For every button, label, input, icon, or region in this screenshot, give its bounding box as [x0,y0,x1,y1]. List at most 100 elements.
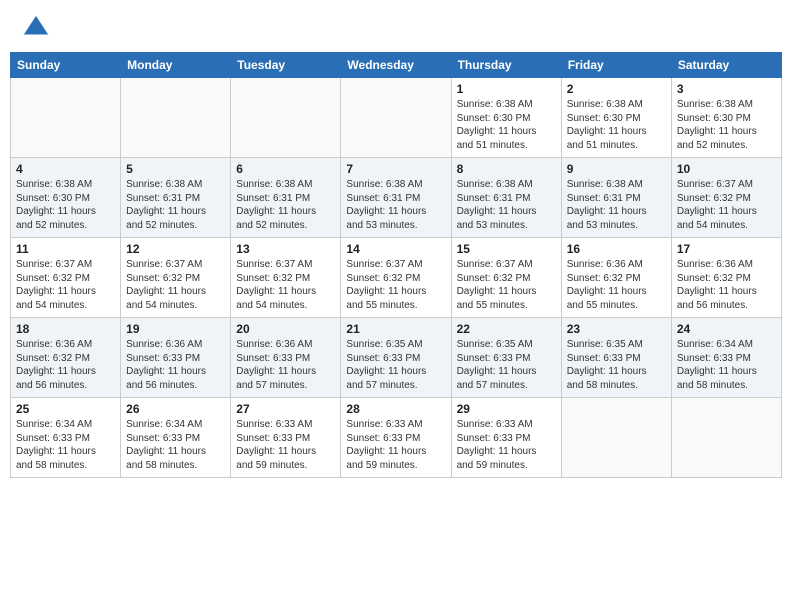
weekday-header: Friday [561,53,671,78]
weekday-header: Tuesday [231,53,341,78]
calendar-cell: 23 Sunrise: 6:35 AM Sunset: 6:33 PM Dayli… [561,318,671,398]
day-number: 12 [126,242,225,256]
calendar-week-row: 25Sunrise: 6:34 AM Sunset: 6:33 PM Dayli… [11,398,782,478]
day-number: 9 [567,162,666,176]
calendar-cell: 27 Sunrise: 6:33 AM Sunset: 6:33 PM Dayli… [231,398,341,478]
day-info: Sunrise: 6:37 AM Sunset: 6:32 PM Dayligh… [126,258,225,312]
day-info: Sunrise: 6:37 AM Sunset: 6:32 PM Dayligh… [16,258,115,312]
calendar-cell: 10 Sunrise: 6:37 AM Sunset: 6:32 PM Dayli… [671,158,781,238]
day-number: 1 [457,82,556,96]
day-number: 2 [567,82,666,96]
day-info: Sunrise: 6:38 AM Sunset: 6:30 PM Dayligh… [16,178,115,232]
calendar-cell: 24Sunrise: 6:34 AM Sunset: 6:33 PM Dayli… [671,318,781,398]
calendar-cell [121,78,231,158]
day-number: 22 [457,322,556,336]
calendar-cell: 8Sunrise: 6:38 AM Sunset: 6:31 PM Daylig… [451,158,561,238]
calendar-cell: 16 Sunrise: 6:36 AM Sunset: 6:32 PM Dayli… [561,238,671,318]
page-header [10,10,782,46]
day-info: Sunrise: 6:37 AM Sunset: 6:32 PM Dayligh… [457,258,556,312]
calendar-cell: 7 Sunrise: 6:38 AM Sunset: 6:31 PM Daylig… [341,158,451,238]
calendar-cell: 11 Sunrise: 6:37 AM Sunset: 6:32 PM Dayli… [11,238,121,318]
calendar-cell: 17Sunrise: 6:36 AM Sunset: 6:32 PM Dayli… [671,238,781,318]
day-number: 29 [457,402,556,416]
calendar-cell: 26 Sunrise: 6:34 AM Sunset: 6:33 PM Dayli… [121,398,231,478]
day-info: Sunrise: 6:37 AM Sunset: 6:32 PM Dayligh… [346,258,445,312]
calendar-cell: 29 Sunrise: 6:33 AM Sunset: 6:33 PM Dayli… [451,398,561,478]
calendar-cell: 20 Sunrise: 6:36 AM Sunset: 6:33 PM Dayli… [231,318,341,398]
day-info: Sunrise: 6:36 AM Sunset: 6:32 PM Dayligh… [16,338,115,392]
day-info: Sunrise: 6:34 AM Sunset: 6:33 PM Dayligh… [126,418,225,472]
day-number: 11 [16,242,115,256]
day-info: Sunrise: 6:34 AM Sunset: 6:33 PM Dayligh… [677,338,776,392]
day-number: 8 [457,162,556,176]
weekday-header: Sunday [11,53,121,78]
calendar-cell [341,78,451,158]
calendar-cell [231,78,341,158]
calendar-week-row: 11 Sunrise: 6:37 AM Sunset: 6:32 PM Dayli… [11,238,782,318]
calendar-cell: 5 Sunrise: 6:38 AM Sunset: 6:31 PM Daylig… [121,158,231,238]
day-info: Sunrise: 6:38 AM Sunset: 6:31 PM Dayligh… [126,178,225,232]
calendar-cell: 18 Sunrise: 6:36 AM Sunset: 6:32 PM Dayli… [11,318,121,398]
day-number: 20 [236,322,335,336]
day-number: 19 [126,322,225,336]
day-info: Sunrise: 6:33 AM Sunset: 6:33 PM Dayligh… [457,418,556,472]
calendar-cell: 6 Sunrise: 6:38 AM Sunset: 6:31 PM Daylig… [231,158,341,238]
calendar-cell: 25Sunrise: 6:34 AM Sunset: 6:33 PM Dayli… [11,398,121,478]
calendar-cell: 22 Sunrise: 6:35 AM Sunset: 6:33 PM Dayli… [451,318,561,398]
calendar-cell: 2 Sunrise: 6:38 AM Sunset: 6:30 PM Daylig… [561,78,671,158]
logo-icon [22,14,50,42]
day-number: 26 [126,402,225,416]
day-info: Sunrise: 6:34 AM Sunset: 6:33 PM Dayligh… [16,418,115,472]
day-number: 5 [126,162,225,176]
day-number: 16 [567,242,666,256]
calendar-cell: 19Sunrise: 6:36 AM Sunset: 6:33 PM Dayli… [121,318,231,398]
calendar-week-row: 4 Sunrise: 6:38 AM Sunset: 6:30 PM Daylig… [11,158,782,238]
day-number: 10 [677,162,776,176]
day-info: Sunrise: 6:38 AM Sunset: 6:30 PM Dayligh… [567,98,666,152]
calendar-cell: 28 Sunrise: 6:33 AM Sunset: 6:33 PM Dayli… [341,398,451,478]
day-number: 28 [346,402,445,416]
day-info: Sunrise: 6:36 AM Sunset: 6:32 PM Dayligh… [567,258,666,312]
weekday-header: Wednesday [341,53,451,78]
day-number: 15 [457,242,556,256]
day-number: 7 [346,162,445,176]
day-info: Sunrise: 6:36 AM Sunset: 6:33 PM Dayligh… [236,338,335,392]
day-number: 18 [16,322,115,336]
day-info: Sunrise: 6:38 AM Sunset: 6:31 PM Dayligh… [567,178,666,232]
day-number: 13 [236,242,335,256]
day-number: 27 [236,402,335,416]
calendar-cell [11,78,121,158]
weekday-header: Monday [121,53,231,78]
day-number: 4 [16,162,115,176]
calendar-table: SundayMondayTuesdayWednesdayThursdayFrid… [10,52,782,478]
weekday-header: Thursday [451,53,561,78]
calendar-cell: 14 Sunrise: 6:37 AM Sunset: 6:32 PM Dayli… [341,238,451,318]
day-info: Sunrise: 6:37 AM Sunset: 6:32 PM Dayligh… [677,178,776,232]
calendar-cell: 21 Sunrise: 6:35 AM Sunset: 6:33 PM Dayli… [341,318,451,398]
day-number: 6 [236,162,335,176]
day-info: Sunrise: 6:38 AM Sunset: 6:30 PM Dayligh… [457,98,556,152]
day-number: 23 [567,322,666,336]
day-info: Sunrise: 6:38 AM Sunset: 6:31 PM Dayligh… [346,178,445,232]
calendar-cell [561,398,671,478]
weekday-header-row: SundayMondayTuesdayWednesdayThursdayFrid… [11,53,782,78]
calendar-week-row: 1 Sunrise: 6:38 AM Sunset: 6:30 PM Daylig… [11,78,782,158]
day-info: Sunrise: 6:33 AM Sunset: 6:33 PM Dayligh… [346,418,445,472]
logo [18,14,50,42]
day-number: 14 [346,242,445,256]
day-info: Sunrise: 6:33 AM Sunset: 6:33 PM Dayligh… [236,418,335,472]
calendar-cell [671,398,781,478]
day-info: Sunrise: 6:35 AM Sunset: 6:33 PM Dayligh… [457,338,556,392]
calendar-cell: 1 Sunrise: 6:38 AM Sunset: 6:30 PM Daylig… [451,78,561,158]
day-info: Sunrise: 6:35 AM Sunset: 6:33 PM Dayligh… [567,338,666,392]
day-info: Sunrise: 6:38 AM Sunset: 6:31 PM Dayligh… [236,178,335,232]
calendar-cell: 3Sunrise: 6:38 AM Sunset: 6:30 PM Daylig… [671,78,781,158]
day-number: 21 [346,322,445,336]
calendar-cell: 12 Sunrise: 6:37 AM Sunset: 6:32 PM Dayli… [121,238,231,318]
day-info: Sunrise: 6:35 AM Sunset: 6:33 PM Dayligh… [346,338,445,392]
calendar-cell: 4 Sunrise: 6:38 AM Sunset: 6:30 PM Daylig… [11,158,121,238]
day-number: 3 [677,82,776,96]
calendar-cell: 13 Sunrise: 6:37 AM Sunset: 6:32 PM Dayli… [231,238,341,318]
calendar-cell: 9 Sunrise: 6:38 AM Sunset: 6:31 PM Daylig… [561,158,671,238]
day-info: Sunrise: 6:37 AM Sunset: 6:32 PM Dayligh… [236,258,335,312]
